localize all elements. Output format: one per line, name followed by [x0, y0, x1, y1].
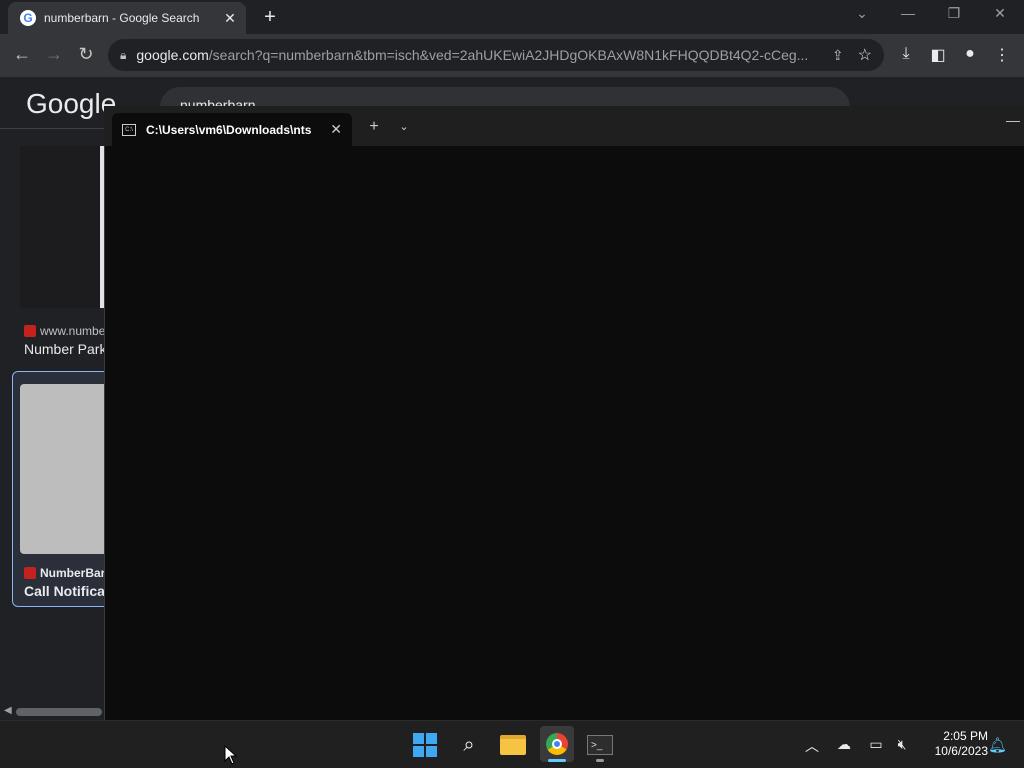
site-favicon-icon — [24, 325, 36, 337]
volume-muted-icon[interactable]: 🔇︎ — [892, 736, 912, 753]
download-icon[interactable]: ⤓ — [895, 45, 917, 63]
site-favicon-icon — [24, 567, 36, 579]
horizontal-scrollbar[interactable]: ◀ — [0, 704, 104, 720]
terminal-tab-title: C:\Users\vm6\Downloads\nts — [146, 122, 312, 137]
terminal-tab[interactable]: C:\ C:\Users\vm6\Downloads\nts ✕ — [112, 113, 352, 146]
clock-time: 2:05 PM — [943, 729, 988, 743]
terminal-dropdown-chevron-icon[interactable]: ⌄ — [396, 120, 412, 133]
image-result-thumbnail[interactable] — [20, 384, 110, 554]
image-result-source[interactable]: www.numbe — [24, 324, 105, 338]
source-label: www.numbe — [40, 324, 106, 338]
network-icon[interactable]: ▭ — [866, 736, 886, 753]
terminal-taskbar-icon[interactable]: >_ — [585, 730, 615, 760]
source-label: NumberBarn — [40, 566, 113, 580]
close-tab-icon[interactable]: ✕ — [222, 10, 238, 27]
chrome-active-indicator — [548, 759, 566, 762]
tab-title: numberbarn - Google Search — [44, 11, 200, 25]
close-terminal-tab-icon[interactable]: ✕ — [330, 121, 342, 138]
scroll-left-icon[interactable]: ◀ — [4, 705, 12, 716]
terminal-new-tab-button[interactable]: + — [364, 118, 384, 136]
clock-date: 10/6/2023 — [934, 744, 988, 758]
taskbar-clock[interactable]: 2:05 PM 10/6/2023 — [918, 729, 988, 759]
window-close-icon[interactable]: ✕ — [988, 5, 1012, 22]
forward-icon[interactable]: → — [42, 44, 66, 65]
google-favicon-icon: G — [20, 10, 36, 26]
restore-icon[interactable]: ❐ — [942, 5, 966, 22]
terminal-window[interactable] — [104, 106, 1024, 720]
mouse-cursor-icon — [224, 745, 238, 765]
taskbar-search-icon[interactable]: ⌕ — [454, 730, 484, 760]
terminal-minimize-icon[interactable]: — — [1006, 112, 1020, 128]
scrollbar-thumb[interactable] — [16, 708, 102, 716]
minimize-icon[interactable]: — — [896, 5, 920, 21]
notification-bell-icon[interactable]: 🔔︎ — [988, 736, 1007, 754]
reload-icon[interactable]: ↻ — [74, 44, 98, 65]
image-result-caption[interactable]: Number Park — [24, 341, 106, 357]
url-host: google.com — [136, 47, 209, 63]
cmd-icon: C:\ — [122, 123, 136, 136]
image-result-thumbnail[interactable] — [20, 146, 104, 308]
share-icon[interactable]: ⇪ — [832, 47, 844, 64]
image-result-source[interactable]: NumberBarn — [24, 566, 113, 580]
profile-icon[interactable]: ● — [959, 45, 981, 63]
url-path: /search?q=numberbarn&tbm=isch&ved=2ahUKE… — [208, 47, 809, 63]
bookmark-star-icon[interactable]: ☆ — [858, 45, 872, 65]
address-url: google.com/search?q=numberbarn&tbm=isch&… — [136, 47, 824, 63]
chrome-taskbar-icon[interactable] — [540, 726, 574, 762]
google-logo[interactable]: Google — [26, 88, 116, 120]
file-explorer-icon[interactable] — [498, 730, 528, 760]
tab-search-icon[interactable]: ⌄ — [850, 5, 874, 22]
terminal-running-indicator — [596, 759, 604, 762]
new-tab-button[interactable]: + — [258, 6, 282, 29]
browser-tab[interactable]: G numberbarn - Google Search ✕ — [8, 2, 246, 34]
image-result-caption[interactable]: Call Notificat — [24, 583, 110, 599]
menu-icon[interactable]: ⋮ — [991, 45, 1013, 65]
onedrive-icon[interactable]: ☁ — [834, 736, 854, 753]
side-panel-icon[interactable]: ◧ — [927, 45, 949, 65]
lock-icon: 🔒︎ — [120, 47, 127, 62]
windows-start-icon[interactable] — [410, 730, 440, 760]
show-hidden-icons-chevron-icon[interactable]: ︿ — [802, 736, 822, 756]
address-bar[interactable]: 🔒︎ google.com/search?q=numberbarn&tbm=is… — [108, 39, 884, 71]
back-icon[interactable]: ← — [10, 44, 34, 65]
